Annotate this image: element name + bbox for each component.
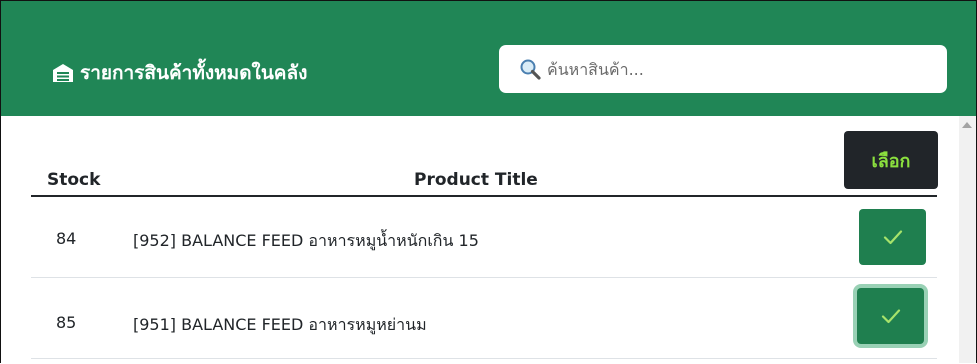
column-header-select: เลือก [844,131,938,189]
search-box[interactable] [499,45,947,93]
table-row: 85 [951] BALANCE FEED อาหารหมูหย่านม [31,278,937,359]
product-title-cell: [952] BALANCE FEED อาหารหมูน้ำหนักเกิน 1… [133,231,479,250]
product-title-cell: [951] BALANCE FEED อาหารหมูหย่านม [133,315,427,334]
vertical-scrollbar[interactable] [959,116,976,363]
page-title-text: รายการสินค้าทั้งหมดในคลัง [80,62,308,84]
scroll-up-arrow-icon[interactable] [962,122,972,128]
select-product-button[interactable] [857,288,924,344]
table-row: 84 [952] BALANCE FEED อาหารหมูน้ำหนักเกิ… [31,197,937,278]
check-icon [883,230,902,245]
search-input[interactable] [547,59,927,79]
search-icon [519,58,541,80]
product-selector-window: รายการสินค้าทั้งหมดในคลัง Stock Product … [0,0,977,363]
select-product-button[interactable] [859,209,926,265]
check-icon [881,309,900,324]
column-header-stock: Stock [47,170,101,190]
table-header: Stock Product Title เลือก [31,126,938,197]
product-table-container: Stock Product Title เลือก 84 [952] BALAN… [1,116,959,363]
stock-cell: 85 [56,313,77,332]
header-bar: รายการสินค้าทั้งหมดในคลัง [1,1,976,116]
column-header-product-title: Product Title [414,170,538,190]
warehouse-icon [52,62,74,84]
stock-cell: 84 [56,229,77,248]
page-title: รายการสินค้าทั้งหมดในคลัง [52,58,307,88]
